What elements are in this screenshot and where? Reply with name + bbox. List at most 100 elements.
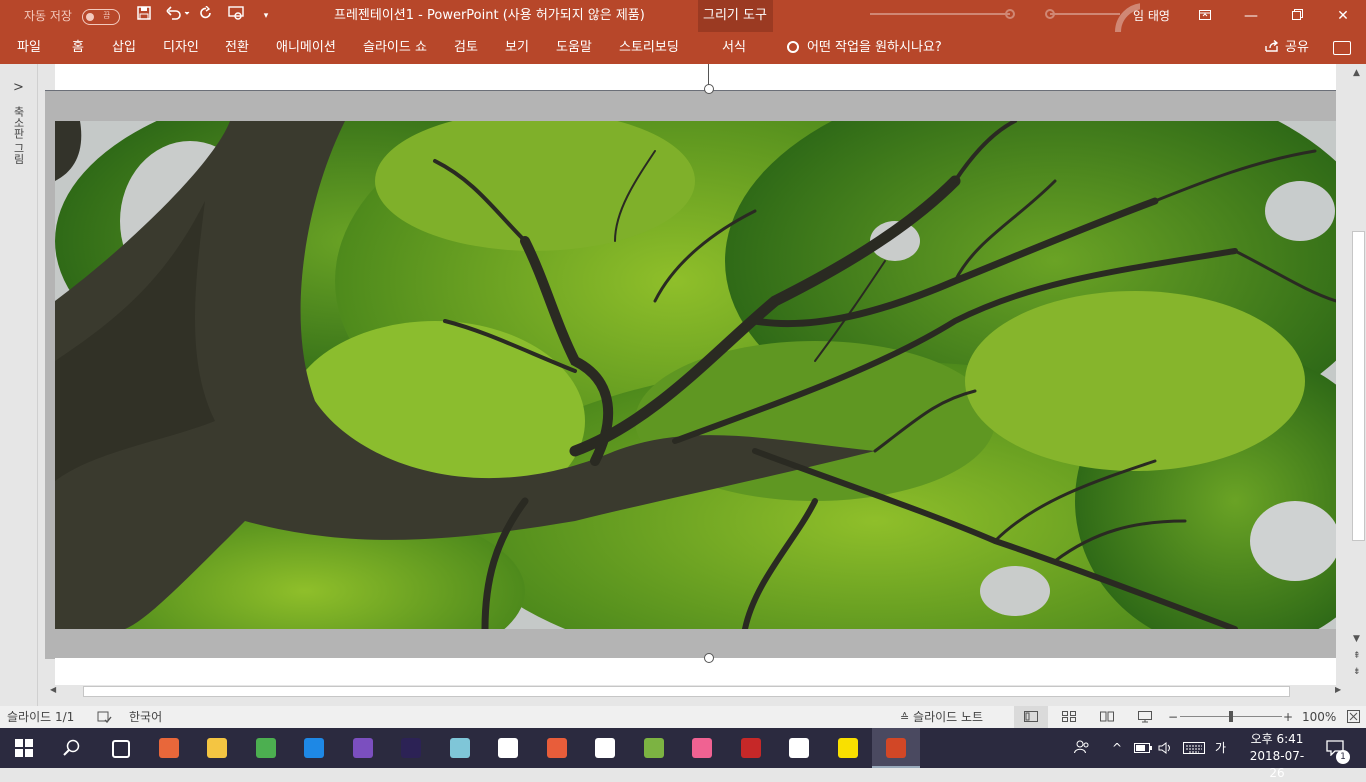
tab-storyboarding[interactable]: 스토리보딩 [619,32,679,64]
tell-me-text: 어떤 작업을 원하시나요? [807,40,942,55]
people-icon[interactable] [1074,728,1090,768]
tab-review[interactable]: 검토 [454,32,478,64]
tab-format[interactable]: 서식 [722,32,746,64]
slideshow-view-icon[interactable] [1138,706,1152,728]
customize-qat-icon[interactable]: ▾ [256,6,276,26]
restore-icon[interactable] [1274,0,1320,32]
start-button[interactable] [0,728,48,768]
taskbar-app-button[interactable] [581,728,629,768]
git-kraken-icon [546,738,567,758]
taskbar-app-button[interactable] [96,728,144,768]
taskbar-app-button[interactable] [872,728,920,768]
selected-picture-frame[interactable] [45,90,1336,659]
itunes-icon [692,738,712,758]
top-resize-handle[interactable] [704,84,714,94]
scroll-down-icon[interactable]: ▼ [1353,634,1360,644]
reading-view-icon[interactable] [1100,706,1114,728]
action-center-button[interactable]: 1 [1320,728,1366,768]
tab-file[interactable]: 파일 [17,32,41,64]
horizontal-scroll-thumb[interactable] [83,686,1290,697]
notepad-icon [595,738,615,758]
slide-canvas[interactable] [45,64,1336,685]
tree-canopy-image [55,121,1336,629]
document-title: 프레젠테이션1 - PowerPoint (사용 허가되지 않은 제품) [334,8,645,23]
tab-home[interactable]: 홈 [72,32,84,64]
taskbar-app-button[interactable] [339,728,387,768]
taskbar-app-button[interactable] [824,728,872,768]
next-slide-icon[interactable]: ⇟ [1353,667,1361,677]
vertical-scroll-thumb[interactable] [1352,231,1365,541]
close-icon[interactable]: ✕ [1320,0,1366,32]
taskbar-app-button[interactable] [242,728,290,768]
clock[interactable]: 오후 6:41 2018-07-26 [1245,731,1309,782]
comments-icon[interactable] [1333,41,1351,55]
redo-icon[interactable] [196,5,216,26]
tab-slideshow[interactable]: 슬라이드 쇼 [363,32,427,64]
zoom-out-button[interactable]: − [1168,706,1178,728]
touch-keyboard-icon[interactable] [1183,728,1205,768]
minimize-icon[interactable]: — [1228,0,1274,32]
taskbar-app-button[interactable] [290,728,338,768]
scroll-left-icon[interactable]: ◀ [50,685,56,694]
tab-help[interactable]: 도움말 [556,32,592,64]
normal-view-button[interactable] [1014,706,1048,728]
tree-canopy-photo[interactable] [55,121,1336,629]
autosave-state: 끔 [103,11,111,20]
language-indicator[interactable]: 한국어 [129,706,162,728]
volume-icon[interactable] [1158,728,1174,768]
tab-view[interactable]: 보기 [505,32,529,64]
taskbar-app-button[interactable] [145,728,193,768]
expand-thumbnails-icon[interactable]: > [13,80,24,95]
toggle-knob [86,13,94,21]
spell-check-icon[interactable] [97,706,112,728]
notes-button[interactable]: ≙ 슬라이드 노트 [900,706,983,728]
kakaotalk-icon [837,738,858,758]
scroll-right-icon[interactable]: ▶ [1335,685,1341,694]
scroll-up-icon[interactable]: ▲ [1353,68,1360,78]
share-button[interactable]: 공유 [1265,32,1309,64]
tab-insert[interactable]: 삽입 [112,32,136,64]
autosave-toggle[interactable]: 끔 [82,9,120,25]
start-from-beginning-icon[interactable] [226,6,246,26]
taskbar-app-button[interactable] [484,728,532,768]
taskbar-app-button[interactable] [727,728,775,768]
show-hidden-icons-icon[interactable]: ^ [1112,728,1122,768]
ribbon-display-options-icon[interactable] [1182,0,1228,32]
slide-sorter-icon[interactable] [1062,706,1076,728]
photos-icon [789,738,809,758]
clock-time: 오후 6:41 [1250,732,1304,746]
horizontal-scrollbar[interactable]: ◀ ▶ [45,685,1350,697]
ribbon-tab-bar: 파일 홈 삽입 디자인 전환 애니메이션 슬라이드 쇼 검토 보기 도움말 스토… [0,32,1366,64]
bottom-resize-handle[interactable] [704,653,714,663]
ime-indicator[interactable]: 가 [1215,728,1226,768]
undo-icon[interactable] [164,6,192,26]
previous-slide-icon[interactable]: ⇞ [1353,651,1361,661]
vertical-scrollbar[interactable]: ▲ ▼ ⇞ ⇟ [1350,64,1366,685]
chrome-icon [255,738,276,758]
tab-transitions[interactable]: 전환 [225,32,249,64]
taskbar-app-button[interactable] [436,728,484,768]
app-crystal-icon [449,738,470,758]
slide-counter: 슬라이드 1/1 [7,710,75,724]
taskbar-app-button[interactable] [533,728,581,768]
tab-design[interactable]: 디자인 [163,32,199,64]
zoom-slider-knob[interactable] [1229,711,1233,722]
battery-icon[interactable] [1134,728,1152,768]
notes-label: 슬라이드 노트 [913,710,984,724]
zoom-level[interactable]: 100% [1302,706,1336,728]
powerpoint-icon [886,738,906,758]
taskbar-app-button[interactable] [193,728,241,768]
clock-date: 2018-07-26 [1249,749,1305,780]
taskbar-app-button[interactable] [630,728,678,768]
taskbar-app-button[interactable] [775,728,823,768]
zoom-in-button[interactable]: + [1283,706,1293,728]
tab-animations[interactable]: 애니메이션 [276,32,336,64]
taskbar-app-button[interactable] [678,728,726,768]
taskbar-app-button[interactable] [387,728,435,768]
tell-me-box[interactable]: 어떤 작업을 원하시나요? [787,32,942,64]
user-name[interactable]: 임 태영 [1133,0,1170,32]
taskbar-search-button[interactable] [48,728,96,768]
save-icon[interactable] [134,6,154,26]
drawing-tools-label: 그리기 도구 [703,8,767,23]
fit-to-window-icon[interactable] [1347,706,1360,728]
